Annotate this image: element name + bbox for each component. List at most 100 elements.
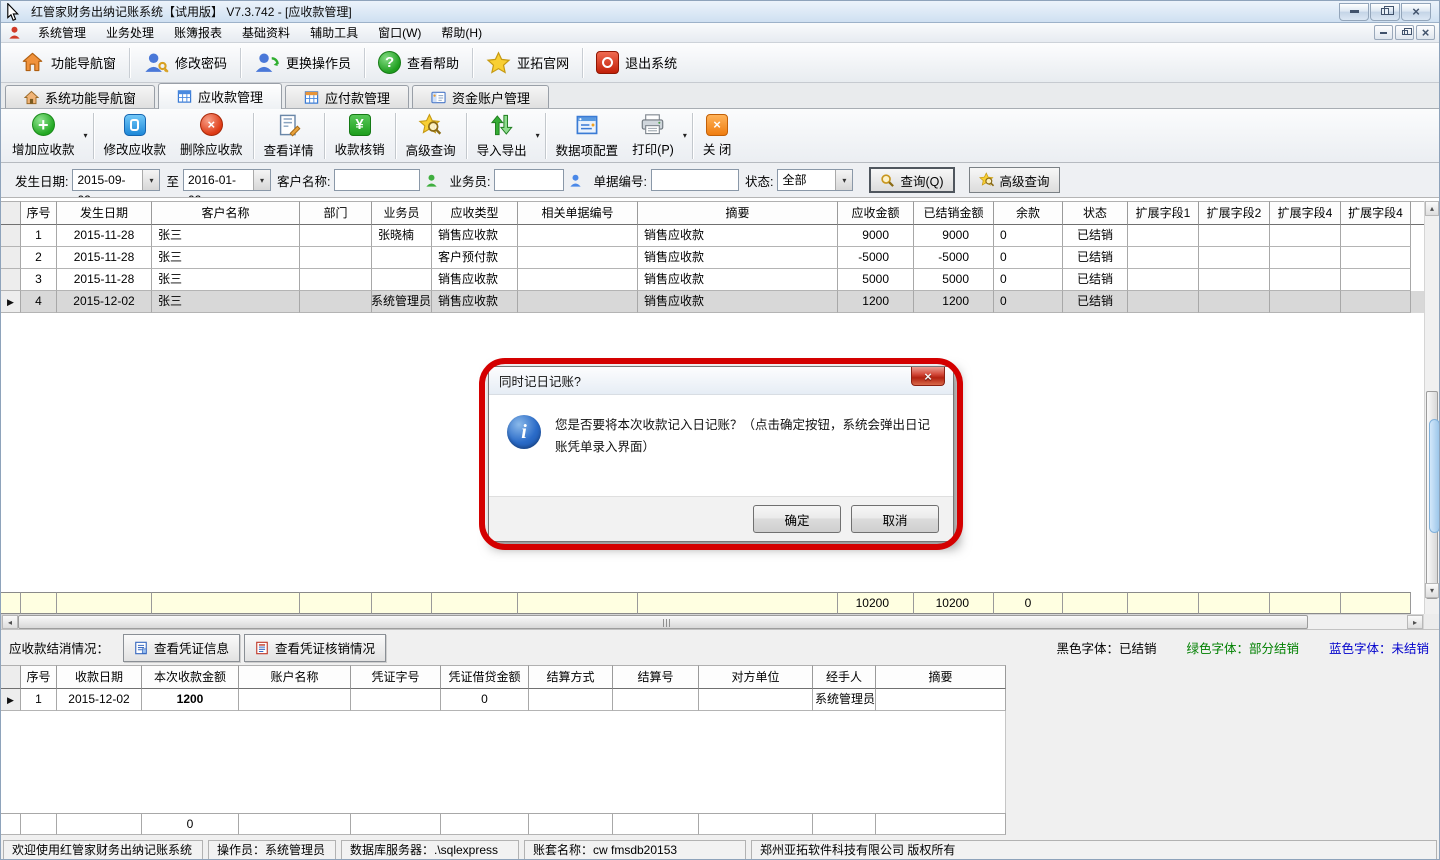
horizontal-scroll-thumb[interactable]	[18, 615, 1308, 629]
menu-window[interactable]: 窗口(W)	[368, 24, 431, 42]
salesman-input[interactable]	[494, 169, 564, 191]
button-label: 导入导出	[477, 140, 527, 159]
add-dropdown-arrow[interactable]	[84, 131, 88, 140]
advanced-query-button[interactable]: 高级查询	[969, 167, 1060, 193]
column-header[interactable]: 对方单位	[699, 665, 813, 689]
column-header[interactable]: 凭证字号	[351, 665, 441, 689]
query-button[interactable]: 查询(Q)	[869, 167, 954, 193]
tab-payable[interactable]: 应付款管理	[285, 85, 409, 108]
view-detail-button[interactable]: 查看详情	[257, 111, 321, 161]
salesman-person-icon[interactable]	[568, 173, 583, 188]
mdi-restore-button[interactable]	[1395, 25, 1414, 40]
column-header[interactable]: 状态	[1063, 201, 1128, 225]
column-header[interactable]: 结算号	[613, 665, 699, 689]
edit-receivable-button[interactable]: 修改应收款	[97, 111, 174, 161]
ok-button[interactable]: 确定	[753, 505, 841, 533]
add-receivable-button[interactable]: 增加应收款	[5, 111, 82, 161]
column-header[interactable]: 账户名称	[239, 665, 351, 689]
date-from-combo[interactable]: 2015-09-02	[72, 169, 160, 191]
column-header[interactable]: 摘要	[876, 665, 1006, 689]
button-label: 查看帮助	[407, 53, 459, 72]
column-header[interactable]: 序号	[21, 665, 57, 689]
menu-reports[interactable]: 账簿报表	[164, 24, 232, 42]
column-header[interactable]: 部门	[300, 201, 372, 225]
nav-window-button[interactable]: 功能导航窗	[7, 46, 129, 80]
column-header[interactable]: 客户名称	[152, 201, 300, 225]
table-row-selected[interactable]: 4 2015-12-02 张三 系统管理员 销售应收款 销售应收款 1200 1…	[1, 291, 1426, 313]
horizontal-scrollbar[interactable]	[1, 614, 1424, 630]
restore-button[interactable]	[1370, 3, 1400, 21]
view-voucher-info-button[interactable]: 查看凭证信息	[123, 634, 240, 662]
column-header[interactable]: 扩展字段1	[1128, 201, 1199, 225]
cell: 张三	[152, 247, 300, 269]
delete-receivable-button[interactable]: 删除应收款	[173, 111, 250, 161]
column-header[interactable]: 已结销金额	[914, 201, 994, 225]
table-row[interactable]: 2 2015-11-28 张三 客户预付款 销售应收款 -5000 -5000 …	[1, 247, 1426, 269]
column-header[interactable]: 扩展字段4	[1341, 201, 1411, 225]
help-button[interactable]: 查看帮助	[365, 46, 472, 80]
payment-table-row[interactable]: 1 2015-12-02 1200 0 系统管理员	[1, 689, 1006, 711]
view-voucher-verify-button[interactable]: 查看凭证核销情况	[244, 634, 386, 662]
scroll-down-arrow[interactable]	[1425, 583, 1439, 598]
minimize-button[interactable]	[1339, 3, 1369, 21]
column-header[interactable]: 余款	[994, 201, 1063, 225]
column-header[interactable]: 应收类型	[432, 201, 518, 225]
change-password-button[interactable]: 修改密码	[130, 46, 240, 80]
column-header[interactable]: 凭证借贷金额	[441, 665, 529, 689]
customer-input[interactable]	[334, 169, 420, 191]
column-header[interactable]: 本次收款金额	[142, 665, 239, 689]
cell	[1341, 291, 1411, 313]
date-to-combo[interactable]: 2016-01-02	[183, 169, 271, 191]
cell: 已结销	[1063, 247, 1128, 269]
column-header[interactable]: 扩展字段2	[1199, 201, 1270, 225]
print-button[interactable]: 打印(P)	[625, 111, 681, 161]
import-export-dropdown-arrow[interactable]	[536, 131, 540, 140]
column-header[interactable]: 收款日期	[57, 665, 142, 689]
column-header[interactable]: 发生日期	[57, 201, 152, 225]
menu-basedata[interactable]: 基础资料	[232, 24, 300, 42]
payment-verify-button[interactable]: 收款核销	[328, 111, 392, 161]
table-row[interactable]: 3 2015-11-28 张三 销售应收款 销售应收款 5000 5000 0 …	[1, 269, 1426, 291]
column-header[interactable]: 业务员	[372, 201, 432, 225]
close-button[interactable]	[1401, 3, 1431, 21]
menu-help[interactable]: 帮助(H)	[431, 24, 492, 42]
dialog-close-button[interactable]	[911, 367, 945, 386]
advanced-search-button[interactable]: 高级查询	[399, 111, 463, 161]
column-header[interactable]: 应收金额	[838, 201, 914, 225]
chevron-down-icon[interactable]	[142, 170, 159, 190]
switch-operator-button[interactable]: 更换操作员	[241, 46, 364, 80]
column-header[interactable]: 结算方式	[529, 665, 613, 689]
column-header[interactable]: 摘要	[638, 201, 838, 225]
column-header[interactable]: 经手人	[813, 665, 876, 689]
chevron-down-icon[interactable]	[835, 170, 852, 190]
website-button[interactable]: 亚拓官网	[473, 46, 582, 80]
payment-detail-area: 序号 收款日期 本次收款金额 账户名称 凭证字号 凭证借贷金额 结算方式 结算号…	[1, 665, 1439, 839]
cell	[1199, 247, 1270, 269]
cancel-button[interactable]: 取消	[851, 505, 939, 533]
column-header[interactable]: 相关单据编号	[518, 201, 638, 225]
scroll-left-arrow[interactable]	[2, 615, 18, 629]
menu-system[interactable]: 系统管理	[28, 24, 96, 42]
exit-button[interactable]: 退出系统	[583, 46, 690, 80]
data-config-button[interactable]: 数据项配置	[549, 111, 626, 161]
menu-tools[interactable]: 辅助工具	[300, 24, 368, 42]
table-row[interactable]: 1 2015-11-28 张三 张晓楠 销售应收款 销售应收款 9000 900…	[1, 225, 1426, 247]
import-export-button[interactable]: 导入导出	[470, 111, 534, 161]
print-dropdown-arrow[interactable]	[683, 131, 687, 140]
scroll-up-arrow[interactable]	[1425, 201, 1439, 216]
scroll-right-arrow[interactable]	[1407, 615, 1423, 629]
customer-person-icon[interactable]	[424, 173, 439, 188]
column-header[interactable]: 序号	[21, 201, 57, 225]
chevron-down-icon[interactable]	[253, 170, 270, 190]
menu-business[interactable]: 业务处理	[96, 24, 164, 42]
docno-input[interactable]	[651, 169, 739, 191]
status-select[interactable]: 全部	[777, 169, 853, 191]
close-view-button[interactable]: 关 闭	[696, 111, 738, 161]
vertical-scrollbar[interactable]	[1424, 201, 1439, 614]
tab-system-nav[interactable]: 系统功能导航窗	[5, 85, 155, 108]
column-header[interactable]: 扩展字段4	[1270, 201, 1341, 225]
mdi-close-button[interactable]	[1416, 25, 1435, 40]
tab-account[interactable]: 资金账户管理	[412, 85, 549, 108]
tab-receivable[interactable]: 应收款管理	[158, 83, 282, 109]
mdi-minimize-button[interactable]	[1374, 25, 1393, 40]
